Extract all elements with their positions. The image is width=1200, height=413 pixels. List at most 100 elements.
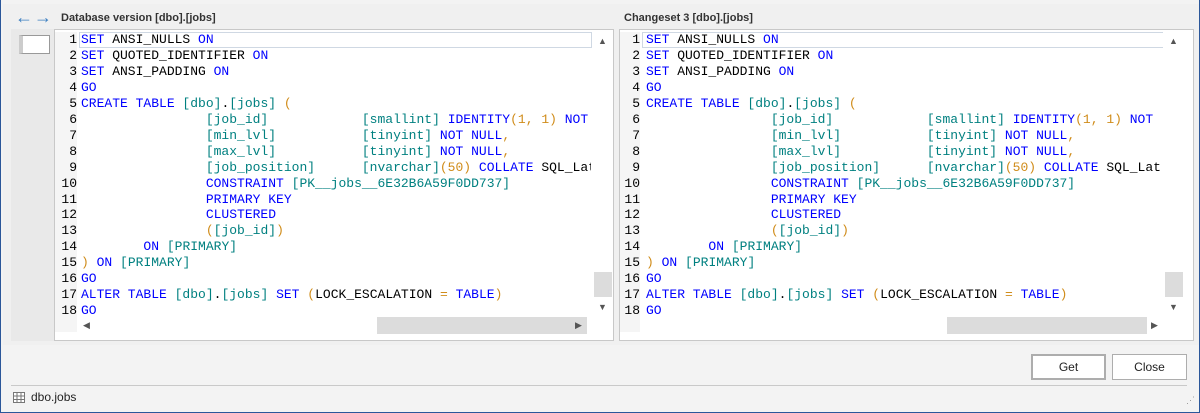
code-line[interactable]: [min_lvl] [tinyint] NOT NULL, <box>646 128 1164 144</box>
arrow-left-icon[interactable]: ← <box>15 8 33 26</box>
code-token: ) <box>841 223 849 239</box>
code-line[interactable]: ([job_id]) <box>81 223 591 239</box>
code-token: ON <box>198 32 214 47</box>
code-line[interactable]: SET ANSI_PADDING ON <box>646 64 1164 80</box>
close-button[interactable]: Close <box>1112 354 1187 380</box>
overview-thumbnail[interactable] <box>19 35 50 54</box>
code-line[interactable]: CONSTRAINT [PK__jobs__6E32B6A59F0DD737] <box>646 176 1164 192</box>
vertical-scrollbar[interactable]: ▲ ▼ <box>592 30 612 318</box>
scrollbar-thumb[interactable] <box>377 317 587 334</box>
code-token: ON <box>763 32 779 47</box>
code-line[interactable]: [job_id] [smallint] IDENTITY(1, 1) NOT <box>646 112 1164 128</box>
scroll-up-icon[interactable]: ▲ <box>1169 36 1178 46</box>
code-token: ON <box>143 239 160 255</box>
line-number: 11 <box>61 191 77 207</box>
scroll-down-icon[interactable]: ▼ <box>598 302 607 312</box>
code-token: GO <box>81 271 97 287</box>
horizontal-scrollbar[interactable] <box>642 317 1163 334</box>
code-line[interactable]: [job_position] [nvarchar](50) COLLATE SQ… <box>81 160 591 176</box>
line-number: 3 <box>69 63 77 79</box>
code-line[interactable]: [max_lvl] [tinyint] NOT NULL, <box>646 144 1164 160</box>
code-token: GO <box>646 79 662 95</box>
code-line[interactable]: [job_position] [nvarchar](50) COLLATE SQ… <box>646 160 1164 176</box>
left-code-editor[interactable]: 1 2 3 4 5 6 7 8 9 10 11 12 13 14 15 16 17 18 SET ANSI_NUL… <box>54 29 614 341</box>
code-token: TABLE <box>1020 287 1060 303</box>
scroll-right-icon[interactable]: ▶ <box>575 320 582 331</box>
code-token: (50) <box>1004 159 1037 175</box>
code-lines[interactable]: SET ANSI_NULLS ON SET QUOTED_IDENTIFIER O… <box>81 32 591 319</box>
scrollbar-thumb[interactable] <box>1165 272 1183 297</box>
code-line[interactable]: CREATE TABLE [dbo].[jobs] ( <box>81 96 591 112</box>
code-line[interactable]: CONSTRAINT [PK__jobs__6E32B6A59F0DD737] <box>81 176 591 192</box>
code-line[interactable]: SET QUOTED_IDENTIFIER ON <box>646 48 1164 64</box>
code-line[interactable]: ALTER TABLE [dbo].[jobs] SET (LOCK_ESCAL… <box>646 287 1164 303</box>
scroll-right-icon[interactable]: ▶ <box>1151 320 1158 331</box>
code-token: [tinyint] <box>361 127 433 143</box>
line-number: 15 <box>624 255 640 271</box>
code-token: NOT <box>564 111 589 127</box>
code-line[interactable]: ON [PRIMARY] <box>81 239 591 255</box>
code-token: PRIMARY KEY <box>770 191 857 207</box>
code-token: GO <box>646 303 662 319</box>
vertical-scrollbar[interactable]: ▲ ▼ <box>1163 30 1183 318</box>
line-number: 6 <box>632 111 640 127</box>
code-line[interactable]: GO <box>646 80 1164 96</box>
code-token: ANSI_NULLS <box>104 32 199 47</box>
line-number: 12 <box>624 207 640 223</box>
code-line[interactable]: ON [PRIMARY] <box>646 239 1164 255</box>
code-line[interactable]: GO <box>81 271 591 287</box>
line-number: 16 <box>624 271 640 287</box>
code-line[interactable]: CLUSTERED <box>646 207 1164 223</box>
horizontal-scrollbar[interactable]: ◀ <box>79 317 592 334</box>
code-line[interactable]: GO <box>646 271 1164 287</box>
line-number: 9 <box>69 159 77 175</box>
code-token: ON <box>252 47 269 63</box>
code-token: LOCK_ESCALATION <box>880 287 1005 303</box>
code-token: CLUSTERED <box>770 207 842 223</box>
code-token: [job_position] <box>770 159 881 175</box>
code-line[interactable]: [min_lvl] [tinyint] NOT NULL, <box>81 128 591 144</box>
code-line[interactable]: SET ANSI_NULLS ON <box>81 32 591 48</box>
scroll-left-icon[interactable]: ◀ <box>83 320 90 331</box>
code-lines[interactable]: SET ANSI_NULLS ON SET QUOTED_IDENTIFIER O… <box>646 32 1164 319</box>
scroll-up-icon[interactable]: ▲ <box>598 36 607 46</box>
code-line[interactable]: PRIMARY KEY <box>646 192 1164 208</box>
code-line[interactable]: CREATE TABLE [dbo].[jobs] ( <box>646 96 1164 112</box>
left-panel-title: Database version [dbo].[jobs] <box>61 12 216 24</box>
line-number: 7 <box>632 127 640 143</box>
code-line[interactable]: PRIMARY KEY <box>81 192 591 208</box>
code-line[interactable]: ALTER TABLE [dbo].[jobs] SET (LOCK_ESCAL… <box>81 287 591 303</box>
line-number: 5 <box>632 95 640 111</box>
right-code-editor[interactable]: 1 2 3 4 5 6 7 8 9 10 11 12 13 14 15 16 17 18 SET ANSI_NUL… <box>619 29 1194 341</box>
code-line[interactable]: [max_lvl] [tinyint] NOT NULL, <box>81 144 591 160</box>
resize-grip-icon[interactable]: ⋰ <box>1186 395 1195 406</box>
arrow-right-icon[interactable]: → <box>34 8 52 26</box>
get-button[interactable]: Get <box>1031 354 1106 380</box>
code-line[interactable]: SET ANSI_NULLS ON <box>646 32 1164 48</box>
scroll-down-icon[interactable]: ▼ <box>1169 302 1178 312</box>
code-line[interactable]: GO <box>81 80 591 96</box>
code-line[interactable]: CLUSTERED <box>81 207 591 223</box>
code-line[interactable]: ) ON [PRIMARY] <box>81 255 591 271</box>
code-line[interactable]: [job_id] [smallint] IDENTITY(1, 1) NOT <box>81 112 591 128</box>
scrollbar-thumb[interactable] <box>947 317 1147 334</box>
code-line[interactable]: ([job_id]) <box>646 223 1164 239</box>
code-line[interactable]: SET ANSI_PADDING ON <box>81 64 591 80</box>
scrollbar-thumb[interactable] <box>594 272 612 297</box>
code-token: [PRIMARY] <box>685 255 756 271</box>
code-line[interactable]: SET QUOTED_IDENTIFIER ON <box>81 48 591 64</box>
code-token: ) <box>646 255 654 271</box>
line-number: 7 <box>69 127 77 143</box>
code-line[interactable]: ) ON [PRIMARY] <box>646 255 1164 271</box>
